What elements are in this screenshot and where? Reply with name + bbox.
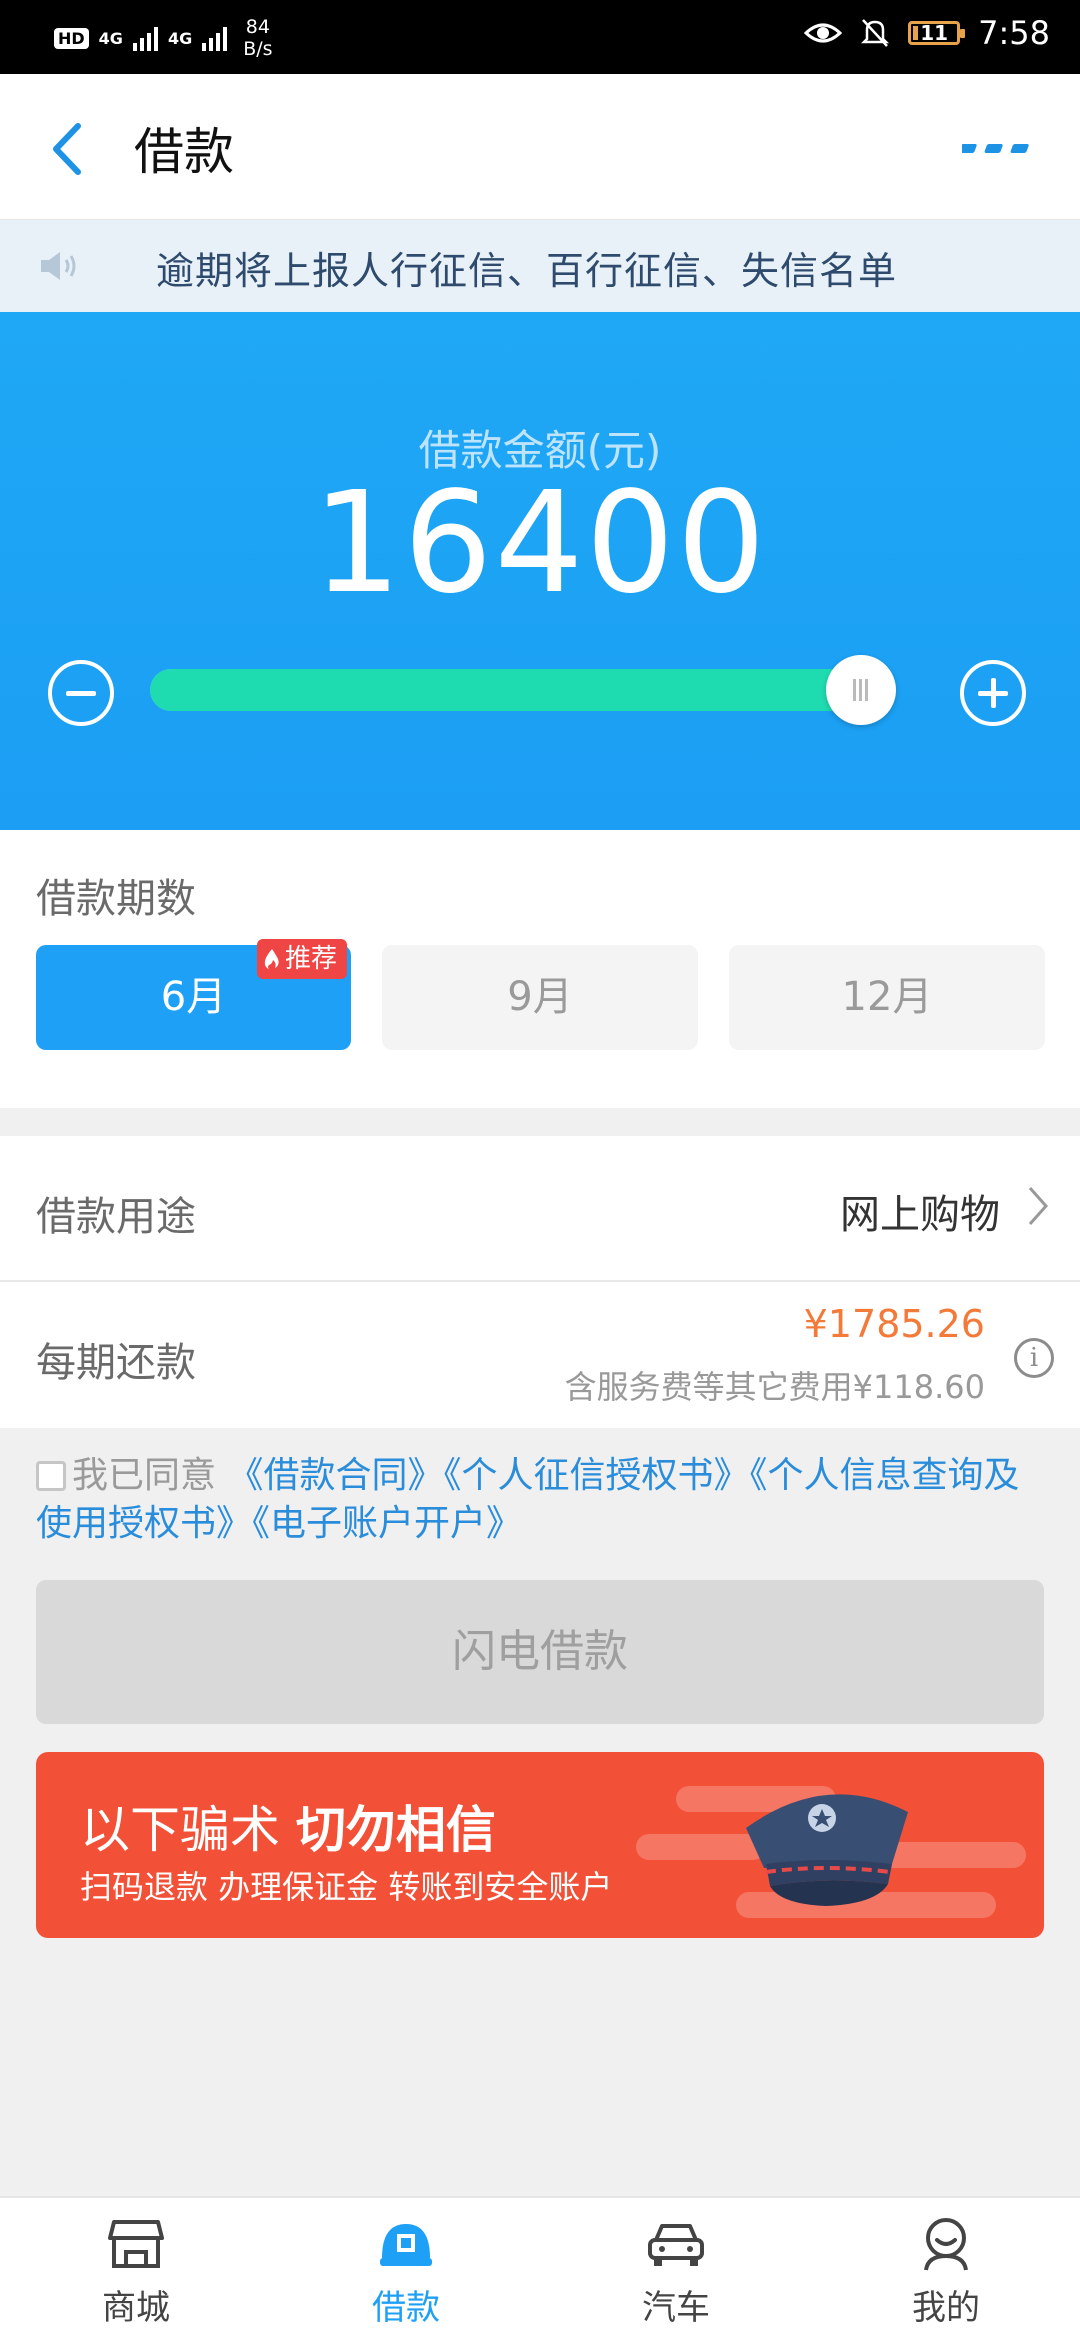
period-option-9[interactable]: 9月	[382, 945, 698, 1050]
eye-icon	[804, 23, 843, 43]
warning-title: 以下骗术 切勿相信	[80, 1801, 496, 1859]
more-icon[interactable]	[962, 142, 1030, 156]
link-credit-authorization[interactable]: 《个人征信授权书》	[443, 1455, 749, 1496]
increase-button[interactable]	[960, 660, 1026, 726]
speaker-icon	[41, 252, 76, 280]
agree-checkbox[interactable]	[36, 1461, 66, 1491]
loan-period-section: 借款期数 6月 推荐 9月 12月	[0, 830, 1080, 1108]
period-option-12[interactable]: 12月	[729, 945, 1045, 1050]
page-title: 借款	[134, 123, 234, 181]
battery-icon: 11	[908, 21, 966, 45]
flame-icon	[264, 949, 279, 969]
network-type-2: 4G	[167, 28, 193, 48]
purpose-value: 网上购物	[840, 1192, 1000, 1238]
period-label: 借款期数	[36, 876, 196, 922]
hd-indicator: HD	[54, 27, 89, 49]
agreement-text: 我已同意 《借款合同》《个人征信授权书》《个人信息查询及使用授权书》《电子账户开…	[36, 1455, 1020, 1544]
repayment-fee-note: 含服务费等其它费用¥118.60	[564, 1368, 985, 1406]
network-speed: 84 B/s	[243, 16, 273, 60]
profile-icon	[924, 2218, 968, 2271]
amount-slider-track[interactable]	[150, 669, 890, 711]
tab-car[interactable]: 汽车	[616, 2216, 736, 2329]
notice-bar: 逾期将上报人行征信、百行征信、失信名单	[0, 220, 1080, 312]
loan-icon	[380, 2224, 432, 2266]
tab-store[interactable]: 商城	[76, 2216, 196, 2329]
loan-purpose-row[interactable]: 借款用途 网上购物	[0, 1136, 1080, 1282]
link-e-account[interactable]: 《电子账户开户》	[252, 1503, 522, 1544]
submit-loan-button[interactable]: 闪电借款	[36, 1580, 1044, 1724]
repayment-label: 每期还款	[36, 1340, 196, 1386]
signal-icon	[202, 25, 228, 51]
police-cap-icon	[746, 1794, 908, 1906]
clock: 7:58	[978, 14, 1050, 52]
store-icon	[108, 2220, 164, 2268]
chevron-right-icon	[1028, 1187, 1049, 1225]
amount-slider-fill	[150, 669, 861, 711]
amount-value: 16400	[312, 462, 768, 625]
loan-amount-panel: 借款金额(元) 16400	[0, 312, 1080, 830]
recommend-badge: 推荐	[256, 939, 347, 979]
period-option-6[interactable]: 6月 推荐	[36, 939, 351, 1050]
nav-header: 借款	[0, 74, 1080, 220]
tab-profile[interactable]: 我的	[886, 2216, 1006, 2329]
link-loan-contract[interactable]: 《借款合同》	[227, 1455, 443, 1496]
status-bar: HD 4G 4G 84 B/s 11 7:58	[0, 0, 1080, 74]
back-arrow-icon[interactable]	[44, 114, 92, 184]
fraud-warning-banner[interactable]: 以下骗术 切勿相信 扫码退款 办理保证金 转账到安全账户	[36, 1752, 1044, 1938]
warning-subtitle: 扫码退款 办理保证金 转账到安全账户	[80, 1868, 613, 1906]
bottom-tab-bar: 商城 借款 汽车 我的	[0, 2196, 1080, 2342]
repayment-amount: ¥1785.26	[803, 1302, 985, 1346]
network-type-1: 4G	[98, 28, 123, 48]
signal-icon	[132, 25, 158, 51]
info-icon[interactable]: i	[1014, 1338, 1054, 1378]
decrease-button[interactable]	[48, 660, 114, 726]
repayment-row: 每期还款 ¥1785.26 含服务费等其它费用¥118.60 i	[0, 1282, 1080, 1428]
purpose-label: 借款用途	[36, 1194, 196, 1240]
mute-bell-icon	[861, 19, 890, 47]
amount-slider-thumb[interactable]	[826, 655, 896, 725]
notice-text: 逾期将上报人行征信、百行征信、失信名单	[156, 249, 898, 293]
tab-loan[interactable]: 借款	[346, 2216, 466, 2329]
car-icon	[648, 2224, 704, 2266]
